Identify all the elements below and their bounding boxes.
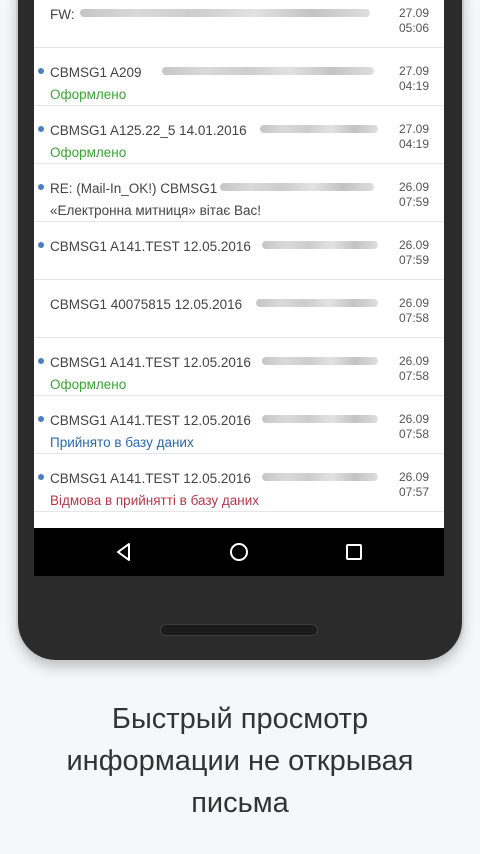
message-status: Оформлено — [50, 87, 127, 102]
blurred-address — [262, 241, 378, 249]
blurred-address — [262, 357, 378, 365]
unread-dot — [38, 358, 44, 364]
message-datetime: 26.09 07:58 — [398, 296, 429, 325]
unread-dot — [38, 68, 44, 74]
unread-dot — [38, 416, 44, 422]
blurred-address — [260, 125, 378, 133]
back-icon[interactable] — [112, 540, 136, 564]
blurred-address — [162, 67, 374, 75]
message-status: Відмова в прийнятті в базу даних — [50, 493, 260, 508]
blurred-address — [80, 9, 370, 17]
unread-dot — [38, 126, 44, 132]
message-subject: CBMSG1 A125.22_5 14.01.2016 — [50, 123, 247, 138]
unread-dot — [38, 474, 44, 480]
message-datetime: 26.09 07:59 — [398, 180, 429, 209]
message-datetime: 26.09 07:58 — [398, 354, 429, 383]
message-row[interactable]: CBMSG1 A141.TEST 12.05.2016 Відмова в пр… — [34, 454, 444, 512]
blurred-address — [262, 415, 378, 423]
message-datetime: 27.09 04:19 — [398, 64, 429, 93]
message-datetime: 26.09 07:58 — [398, 412, 429, 441]
caption-line: информации не открывая — [66, 745, 414, 777]
android-nav-bar — [34, 528, 444, 576]
message-subject: CBMSG1 A141.TEST 12.05.2016 — [50, 471, 251, 486]
message-datetime: 27.09 04:19 — [398, 122, 429, 151]
message-subject: RE: (Mail-In_OK!) CBMSG1 — [50, 181, 218, 196]
unread-dot — [38, 184, 44, 190]
message-datetime: 27.09 05:06 — [398, 6, 429, 35]
promo-caption: Быстрый просмотр информации не открывая … — [0, 698, 480, 824]
message-datetime: 26.09 07:59 — [398, 238, 429, 267]
message-status: Оформлено — [50, 145, 127, 160]
blurred-address — [256, 299, 378, 307]
home-icon[interactable] — [227, 540, 251, 564]
message-subject: CBMSG1 A141.TEST 12.05.2016 — [50, 355, 251, 370]
message-row[interactable]: RE: (Mail-In_OK!) CBMSG1 «Електронна мит… — [34, 164, 444, 222]
message-status: Оформлено — [50, 377, 127, 392]
message-status: Прийнято в базу даних — [50, 435, 194, 450]
recents-icon[interactable] — [342, 540, 366, 564]
unread-dot — [38, 242, 44, 248]
caption-line: Быстрый просмотр — [111, 703, 369, 735]
message-row[interactable]: CBMSG1 A209 Оформлено 27.09 04:19 — [34, 48, 444, 106]
message-datetime: 26.09 07:57 — [398, 470, 429, 499]
blurred-address — [220, 183, 374, 191]
message-subject: CBMSG1 A141.TEST 12.05.2016 — [50, 239, 251, 254]
message-row[interactable]: CBMSG1 A141.TEST 12.05.2016 Оформлено 26… — [34, 338, 444, 396]
blurred-address — [262, 473, 378, 481]
message-row[interactable]: CBMSG1 A125.22_5 14.01.2016 Оформлено 27… — [34, 106, 444, 164]
message-row[interactable]: FW: 27.09 05:06 — [34, 0, 444, 48]
message-subject: CBMSG1 A209 — [50, 65, 142, 80]
speaker-grille — [160, 624, 318, 636]
message-subject: CBMSG1 A141.TEST 12.05.2016 — [50, 413, 251, 428]
message-row[interactable]: CBMSG1 A141.TEST 12.05.2016 26.09 07:59 — [34, 222, 444, 280]
message-subject: CBMSG1 40075815 12.05.2016 — [50, 297, 243, 312]
message-status: «Електронна митниця» вітає Вас! — [50, 203, 261, 218]
message-row[interactable]: CBMSG1 A141.TEST 12.05.2016 Прийнято в б… — [34, 396, 444, 454]
message-row[interactable]: CBMSG1 40075815 12.05.2016 26.09 07:58 — [34, 280, 444, 338]
message-list: FW: 27.09 05:06 CBMSG1 A209 Оформлено 27.… — [34, 0, 444, 528]
caption-line: письма — [191, 787, 289, 819]
message-subject: FW: — [50, 7, 75, 22]
